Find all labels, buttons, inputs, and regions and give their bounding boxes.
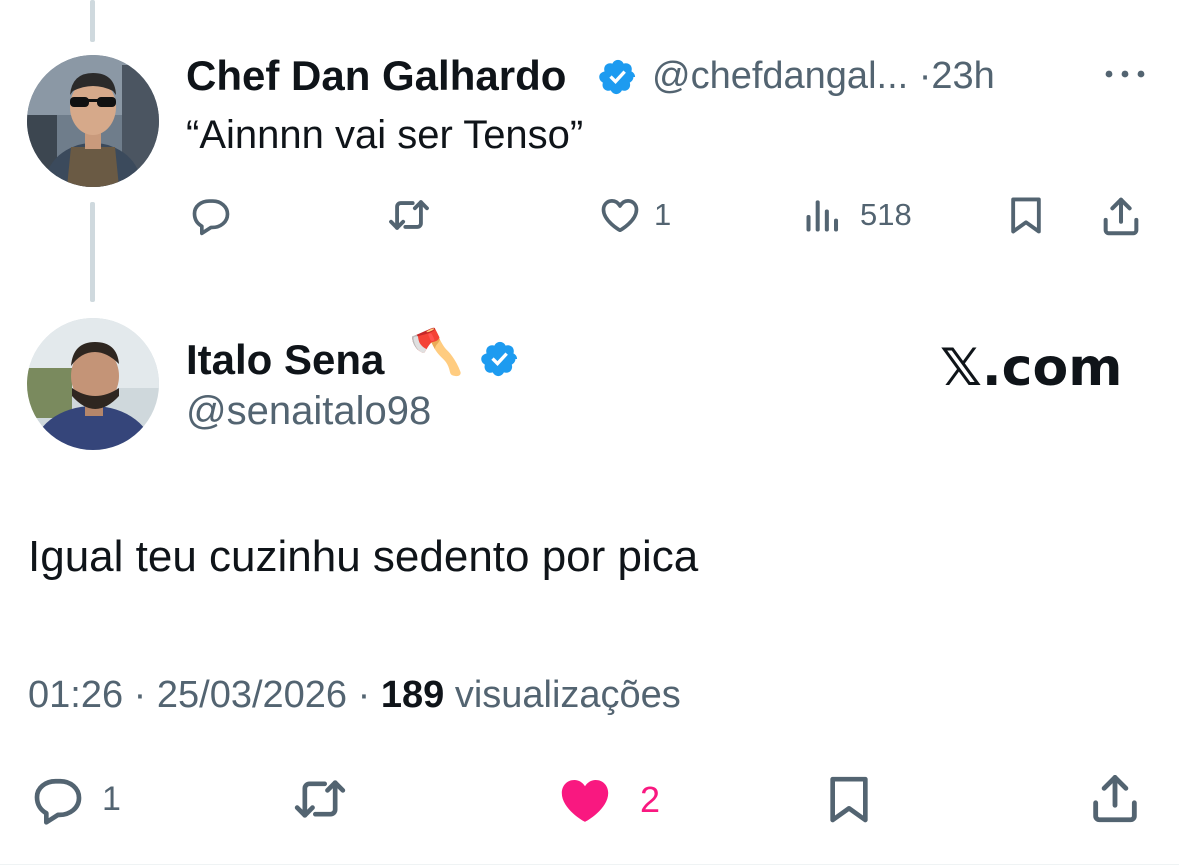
repost-icon <box>384 193 434 237</box>
timestamp-relative[interactable]: 23h <box>931 55 994 97</box>
like-button[interactable]: 1 <box>596 193 671 237</box>
reply-button[interactable] <box>188 193 234 237</box>
share-icon <box>1098 193 1144 239</box>
views-count: 518 <box>860 197 912 232</box>
bookmark-button[interactable] <box>1004 193 1048 237</box>
display-name-chef-dan[interactable]: Chef Dan Galhardo <box>186 52 566 100</box>
views-icon <box>800 193 846 237</box>
bookmark-button-main[interactable] <box>820 771 878 827</box>
reply-icon <box>188 193 234 237</box>
axe-icon: 🪓 <box>409 327 464 378</box>
tweet-meta: 01:26 · 25/03/2026 · 189 visualizações <box>28 674 681 717</box>
tweet-text: Igual teu cuzinhu sedento por pica <box>28 532 699 581</box>
verified-badge-icon <box>480 339 520 384</box>
reply-count: 1 <box>102 779 121 818</box>
like-button-main[interactable]: 2 <box>554 771 660 829</box>
dot-separator: · <box>133 674 147 716</box>
repost-button[interactable] <box>384 193 434 237</box>
avatar-chef-dan[interactable] <box>27 55 159 187</box>
reply-icon <box>28 771 88 827</box>
dot-separator: · <box>357 674 371 716</box>
more-icon[interactable] <box>1102 64 1148 89</box>
handle-italo-sena[interactable]: @senaitalo98 <box>186 389 431 434</box>
tweet-date[interactable]: 25/03/2026 <box>157 674 347 716</box>
bookmark-icon <box>820 771 878 827</box>
reply-button-main[interactable]: 1 <box>28 771 121 827</box>
like-count: 1 <box>654 197 672 232</box>
verified-badge-icon <box>598 57 638 102</box>
like-icon <box>554 771 616 829</box>
repost-button-main[interactable] <box>288 771 352 827</box>
like-count-main: 2 <box>640 779 661 820</box>
views-number: 189 <box>380 674 445 716</box>
like-icon <box>596 193 644 237</box>
reply-to-text: “Ainnnn vai ser Tenso” <box>186 113 584 157</box>
share-button-main[interactable] <box>1086 769 1144 827</box>
bookmark-icon <box>1004 193 1048 237</box>
thread-line-top <box>90 0 95 42</box>
x-logo-watermark: 𝕏.com <box>940 338 1123 398</box>
repost-icon <box>288 771 352 827</box>
bottom-divider <box>0 864 1179 865</box>
thread-line-middle <box>90 202 95 302</box>
display-name-italo-sena[interactable]: Italo Sena <box>186 336 384 384</box>
share-button[interactable] <box>1098 193 1144 239</box>
share-icon <box>1086 769 1144 827</box>
avatar-italo-sena[interactable] <box>27 318 159 450</box>
tweet-time[interactable]: 01:26 <box>28 674 123 716</box>
views-button[interactable]: 518 <box>800 193 912 237</box>
handle-chef-dan[interactable]: @chefdangal... <box>652 55 908 97</box>
views-label[interactable]: visualizações <box>455 674 681 716</box>
dot-separator: · <box>918 55 932 97</box>
